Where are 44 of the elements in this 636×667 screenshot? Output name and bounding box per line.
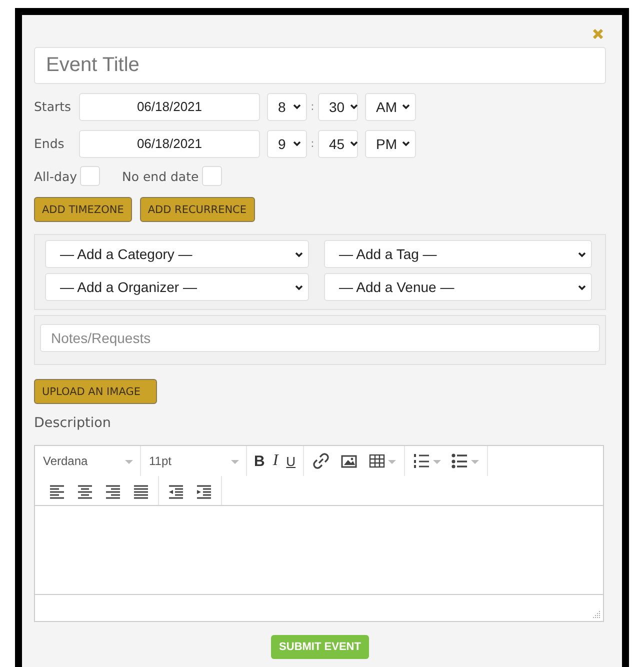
font-dropdown[interactable]: Verdana [35, 446, 141, 476]
underline-button[interactable]: U [282, 449, 300, 473]
period-select[interactable]: PM [365, 130, 416, 158]
time-label: Starts [34, 99, 72, 114]
chevron-icon [348, 102, 359, 111]
option-label: All-day [34, 168, 77, 184]
chevron-icon [292, 139, 302, 148]
date-field[interactable]: 06/18/2021 [79, 92, 260, 120]
link-icon[interactable] [310, 451, 331, 471]
numbered-list-icon[interactable] [412, 451, 432, 471]
dropdown-select[interactable]: — Add a Organizer — [45, 273, 309, 301]
dropdown-select[interactable]: — Add a Venue — [324, 273, 592, 301]
period-select[interactable]: AM [365, 92, 416, 120]
hour-select[interactable]: 9 [267, 130, 307, 158]
size-dropdown[interactable]: 11pt [141, 446, 247, 476]
bold-button[interactable]: B [250, 449, 269, 473]
time-separator: : [310, 100, 316, 113]
minute-select[interactable]: 30 [318, 92, 358, 120]
time-separator: : [310, 137, 316, 150]
event-title-field[interactable]: Event Title [34, 47, 606, 84]
chevron-icon [292, 102, 302, 111]
time-label: Ends [34, 136, 66, 151]
checkbox[interactable] [202, 166, 222, 186]
action-button[interactable]: ADD RECURRENCE [140, 197, 255, 222]
bulleted-list-icon[interactable] [450, 451, 470, 471]
chevron-icon [401, 139, 411, 148]
option-label: No end date [122, 168, 199, 184]
chevron-icon [577, 250, 587, 258]
hour-select[interactable]: 8 [267, 92, 307, 120]
dropdown-select[interactable]: — Add a Category — [45, 240, 309, 268]
chevron-icon [294, 250, 304, 258]
checkbox[interactable] [80, 166, 100, 186]
notes-field[interactable]: Notes/Requests [40, 324, 600, 352]
description-label: Description [34, 415, 111, 431]
action-button[interactable]: ADD TIMEZONE [34, 197, 132, 222]
minute-select[interactable]: 45 [318, 130, 358, 158]
italic-button[interactable]: I [268, 449, 282, 473]
chevron-icon [401, 102, 411, 111]
upload-button[interactable]: UPLOAD AN IMAGE [34, 379, 157, 404]
chevron-icon [577, 282, 587, 292]
chevron-icon [348, 139, 359, 148]
dropdown-select[interactable]: — Add a Tag — [324, 240, 592, 268]
date-field[interactable]: 06/18/2021 [79, 130, 260, 158]
chevron-icon [294, 282, 304, 292]
